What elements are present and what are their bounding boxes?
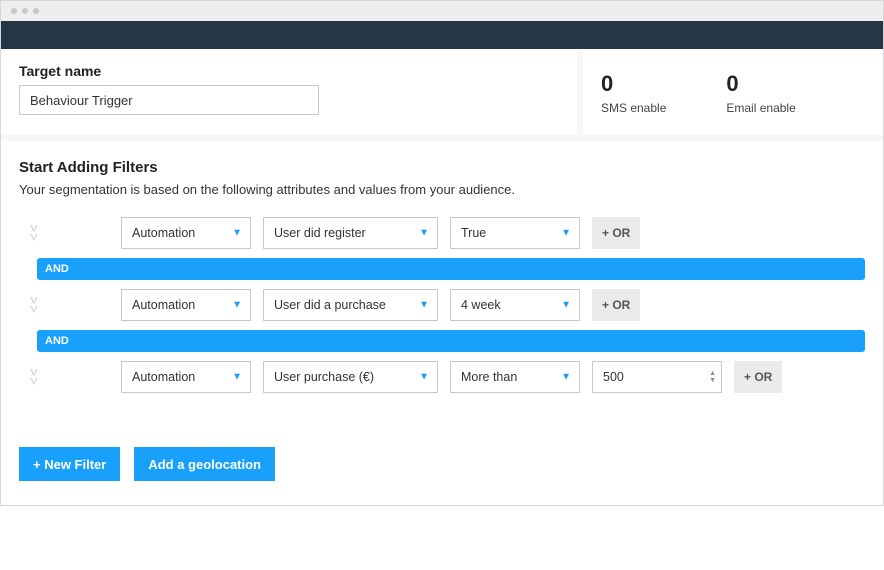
stat-sms-value: 0 xyxy=(601,71,666,97)
filters-panel: Start Adding Filters Your segmentation i… xyxy=(1,141,883,505)
chevron-down-icon: ▼ xyxy=(232,228,242,239)
filter-attribute-value: User did register xyxy=(274,226,366,240)
and-connector[interactable]: AND xyxy=(37,330,865,352)
filter-actions: + New Filter Add a geolocation xyxy=(19,447,865,481)
filter-category-select[interactable]: Automation ▼ xyxy=(121,289,251,321)
chevron-down-icon: ▼ xyxy=(232,300,242,311)
filter-attribute-select[interactable]: User purchase (€) ▼ xyxy=(263,361,438,393)
chevron-down-icon: ▼ xyxy=(232,372,242,383)
stat-sms-label: SMS enable xyxy=(601,101,666,115)
app-header-band xyxy=(1,21,883,49)
drag-handle-icon[interactable]: ˅˅ xyxy=(19,368,49,386)
chevron-down-icon: ▼ xyxy=(561,372,571,383)
filters-heading: Start Adding Filters xyxy=(19,159,865,176)
window-frame: Target name 0 SMS enable 0 Email enable … xyxy=(0,0,884,506)
filter-value-select[interactable]: True ▼ xyxy=(450,217,580,249)
filter-attribute-select[interactable]: User did register ▼ xyxy=(263,217,438,249)
add-geolocation-button[interactable]: Add a geolocation xyxy=(134,447,275,481)
chevron-down-icon: ▼ xyxy=(419,300,429,311)
filter-category-select[interactable]: Automation ▼ xyxy=(121,361,251,393)
filters-list: ˅˅ Automation ▼ User did register ▼ True… xyxy=(19,211,865,399)
target-name-label: Target name xyxy=(19,63,559,79)
filter-attribute-value: User did a purchase xyxy=(274,298,386,312)
stat-email-value: 0 xyxy=(726,71,795,97)
chevron-down-icon: ▼ xyxy=(561,300,571,311)
add-or-button[interactable]: + OR xyxy=(592,217,640,249)
filter-value-text: 4 week xyxy=(461,298,501,312)
filter-attribute-select[interactable]: User did a purchase ▼ xyxy=(263,289,438,321)
filter-attribute-value: User purchase (€) xyxy=(274,370,374,384)
target-name-input[interactable] xyxy=(19,85,319,115)
filters-subheading: Your segmentation is based on the follow… xyxy=(19,182,865,197)
filter-row: ˅˅ Automation ▼ User did register ▼ True… xyxy=(19,211,865,255)
chevron-down-icon: ▼ xyxy=(561,228,571,239)
traffic-light-icon xyxy=(22,8,28,14)
filter-category-value: Automation xyxy=(132,298,195,312)
chevron-down-icon: ▼ xyxy=(419,228,429,239)
stat-email: 0 Email enable xyxy=(726,71,795,115)
summary-row: Target name 0 SMS enable 0 Email enable xyxy=(1,49,883,141)
traffic-light-icon xyxy=(11,8,17,14)
filter-category-value: Automation xyxy=(132,226,195,240)
filter-value-select[interactable]: 4 week ▼ xyxy=(450,289,580,321)
stat-sms: 0 SMS enable xyxy=(601,71,666,115)
drag-handle-icon[interactable]: ˅˅ xyxy=(19,296,49,314)
stat-email-label: Email enable xyxy=(726,101,795,115)
filter-row: ˅˅ Automation ▼ User purchase (€) ▼ More… xyxy=(19,355,865,399)
traffic-light-icon xyxy=(33,8,39,14)
filter-row: ˅˅ Automation ▼ User did a purchase ▼ 4 … xyxy=(19,283,865,327)
filter-number-wrap: ▲▼ xyxy=(592,361,722,393)
number-stepper-icon[interactable]: ▲▼ xyxy=(709,370,716,384)
filter-operator-value: More than xyxy=(461,370,517,384)
filter-category-value: Automation xyxy=(132,370,195,384)
add-or-button[interactable]: + OR xyxy=(592,289,640,321)
window-titlebar xyxy=(1,1,883,21)
stats-card: 0 SMS enable 0 Email enable xyxy=(583,49,883,135)
add-or-button[interactable]: + OR xyxy=(734,361,782,393)
new-filter-button[interactable]: + New Filter xyxy=(19,447,120,481)
chevron-down-icon: ▼ xyxy=(419,372,429,383)
drag-handle-icon[interactable]: ˅˅ xyxy=(19,224,49,242)
filter-category-select[interactable]: Automation ▼ xyxy=(121,217,251,249)
filter-operator-select[interactable]: More than ▼ xyxy=(450,361,580,393)
filter-number-input[interactable] xyxy=(592,361,722,393)
target-name-card: Target name xyxy=(1,49,577,135)
and-connector[interactable]: AND xyxy=(37,258,865,280)
filter-value-text: True xyxy=(461,226,486,240)
